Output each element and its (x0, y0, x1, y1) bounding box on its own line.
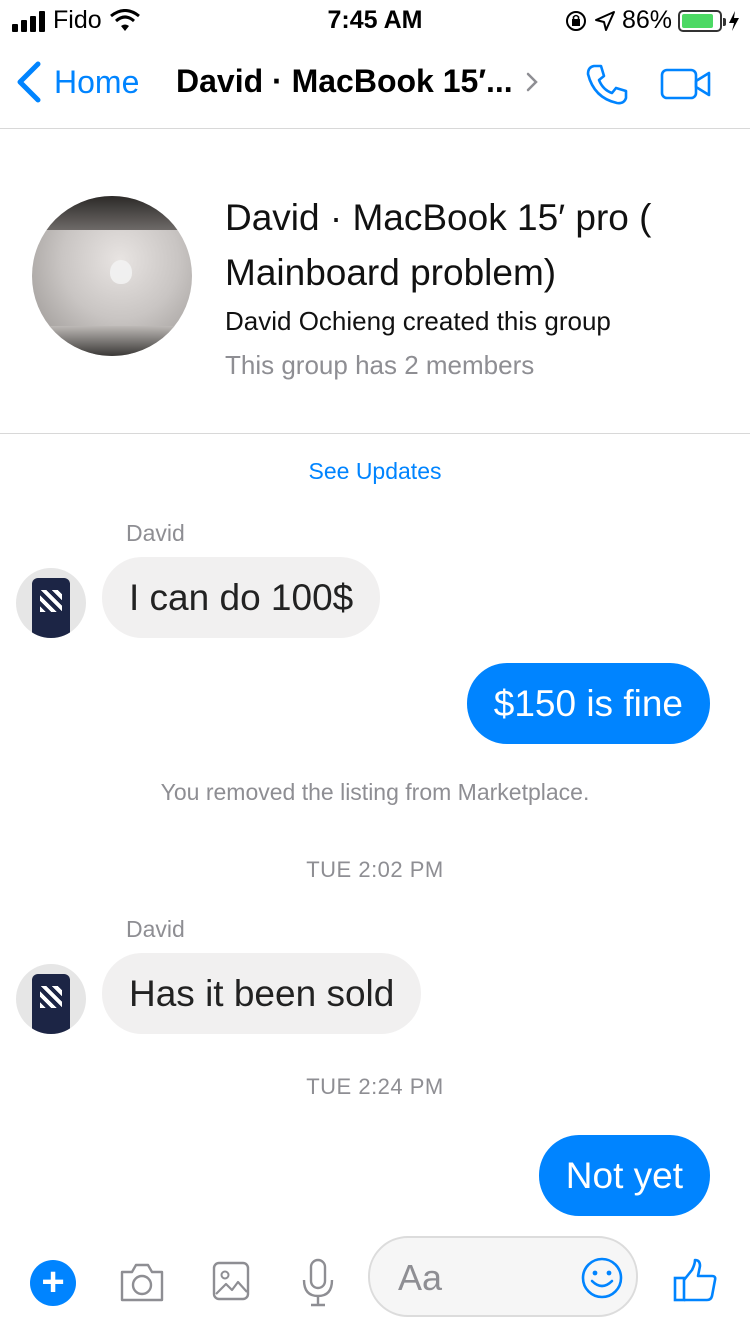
sender-avatar[interactable] (16, 568, 86, 638)
system-notice: You removed the listing from Marketplace… (160, 779, 590, 805)
thumbs-up-icon[interactable] (672, 1258, 718, 1304)
chevron-left-icon (17, 61, 41, 103)
status-bar: Fido 7:45 AM 86% (0, 0, 750, 40)
message-timestamp: TUE 2:24 PM (306, 1074, 444, 1099)
message-sender-name: David (126, 520, 185, 546)
conversation-title-button[interactable]: David · MacBook 15′... (176, 63, 539, 100)
back-button-label: Home (54, 63, 140, 100)
group-info-header: David · MacBook 15′ pro ( Mainboard prob… (0, 130, 750, 434)
video-camera-icon[interactable] (660, 68, 712, 100)
message-sender-name: David (126, 916, 185, 942)
phone-icon[interactable] (584, 62, 630, 108)
group-members-count[interactable]: This group has 2 members (225, 350, 534, 381)
group-creator-text: David Ochieng created this group (225, 306, 611, 336)
plus-icon[interactable]: + (30, 1260, 76, 1306)
incoming-message-bubble[interactable]: Has it been sold (102, 953, 422, 1034)
outgoing-message-bubble[interactable]: Not yet (538, 1135, 710, 1216)
orientation-lock-icon (565, 10, 586, 31)
chevron-right-icon (526, 72, 538, 91)
location-arrow-icon (594, 10, 615, 31)
battery-icon (678, 9, 726, 32)
navigation-bar: Home David · MacBook 15′... (0, 40, 750, 129)
group-photo[interactable] (32, 196, 192, 356)
status-bar-right: 86% (564, 6, 740, 35)
microphone-icon[interactable] (301, 1258, 335, 1308)
message-input-field[interactable] (368, 1236, 638, 1317)
battery-percent: 86% (621, 6, 672, 34)
see-updates-link[interactable]: See Updates (0, 458, 750, 485)
back-button[interactable]: Home (14, 60, 139, 104)
charging-bolt-icon (729, 10, 739, 31)
message-composer: + (0, 1222, 750, 1334)
apple-logo-icon (110, 260, 132, 284)
message-timestamp: TUE 2:02 PM (306, 857, 444, 882)
battery-fill (682, 13, 713, 28)
group-title: David · MacBook 15′ pro ( Mainboard prob… (225, 197, 652, 293)
message-input[interactable] (398, 1256, 578, 1300)
emoji-icon[interactable] (580, 1256, 624, 1300)
incoming-message-bubble[interactable]: I can do 100$ (102, 557, 381, 638)
image-icon[interactable] (211, 1260, 251, 1302)
sender-avatar[interactable] (16, 964, 86, 1034)
outgoing-message-bubble[interactable]: $150 is fine (466, 663, 710, 744)
conversation-title: David · MacBook 15′... (176, 63, 513, 99)
camera-icon[interactable] (118, 1260, 166, 1304)
